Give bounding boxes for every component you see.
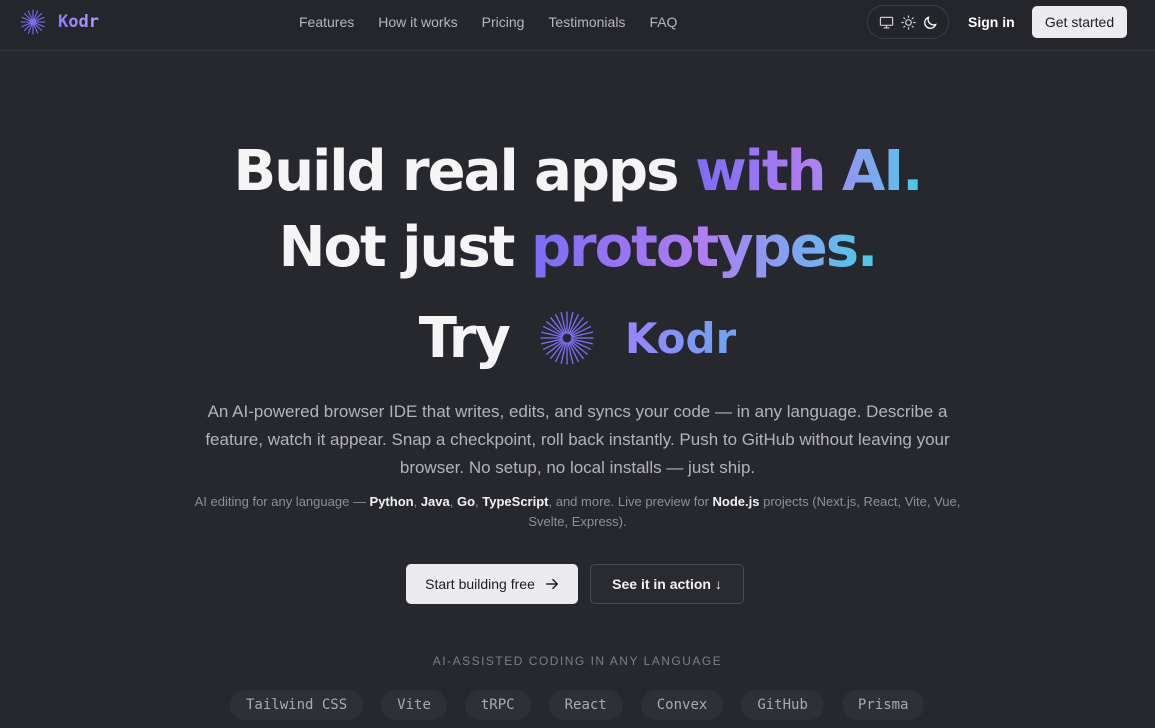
arrow-right-icon (545, 578, 558, 590)
tech-pill: Convex (640, 690, 724, 720)
lang-typescript: TypeScript (482, 494, 549, 509)
headline-line2-accent: prototypes. (530, 215, 878, 280)
start-building-label: Start building free (425, 576, 535, 592)
see-in-action-button[interactable]: See it in action ↓ (590, 564, 744, 604)
try-word: Try (418, 305, 511, 371)
nav-link-testimonials[interactable]: Testimonials (548, 13, 625, 31)
lang-java: Java (420, 494, 450, 509)
brand-logo[interactable]: Kodr (20, 8, 99, 36)
get-started-button[interactable]: Get started (1032, 6, 1127, 38)
runtime-nodejs: Node.js (712, 494, 760, 509)
subtext-and-more: , and more. Live preview for (548, 494, 713, 509)
subtext-prefix: AI editing for any language — (194, 494, 370, 509)
tech-pill: GitHub (741, 690, 824, 720)
tech-pill: Prisma (841, 690, 925, 720)
monitor-icon[interactable] (876, 12, 896, 32)
hero-description: An AI-powered browser IDE that writes, e… (205, 402, 950, 477)
nav-link-faq[interactable]: FAQ (649, 13, 677, 31)
start-building-button[interactable]: Start building free (406, 564, 578, 604)
nav-links: Features How it works Pricing Testimonia… (299, 13, 677, 31)
sign-in-link[interactable]: Sign in (968, 14, 1015, 30)
starburst-icon (540, 311, 594, 365)
hero-headline-line1: Build real apps with AI. (0, 138, 1155, 206)
try-brand-name: Kodr (624, 313, 737, 363)
top-nav: Kodr Features How it works Pricing Testi… (0, 0, 1155, 51)
headline-line1-plain: Build real apps (233, 139, 680, 204)
headline-line1-accent: with AI. (694, 139, 924, 204)
try-brand-row: Try Kodr (0, 304, 1155, 372)
theme-switcher (867, 5, 949, 39)
lang-go: Go (456, 494, 476, 509)
hero-subtext: AI editing for any language — Python, Ja… (194, 494, 961, 529)
hero-headline-line2: Not just prototypes. (0, 214, 1155, 282)
lang-python: Python (369, 494, 414, 509)
tech-section-label: AI-ASSISTED CODING IN ANY LANGUAGE (432, 654, 723, 668)
tech-pill: Vite (381, 690, 447, 720)
starburst-icon (20, 9, 46, 35)
nav-link-features[interactable]: Features (299, 13, 354, 31)
moon-icon[interactable] (920, 12, 940, 32)
nav-link-pricing[interactable]: Pricing (482, 13, 525, 31)
tech-pill: tRPC (464, 690, 531, 720)
nav-link-how-it-works[interactable]: How it works (378, 13, 457, 31)
tech-pill-row: Tailwind CSS Vite tRPC React Convex GitH… (230, 690, 925, 720)
tech-pill: React (548, 690, 623, 720)
headline-line2-plain: Not just (278, 215, 516, 280)
brand-name: Kodr (58, 12, 99, 32)
tech-pill: Tailwind CSS (230, 690, 364, 720)
sun-icon[interactable] (898, 12, 918, 32)
